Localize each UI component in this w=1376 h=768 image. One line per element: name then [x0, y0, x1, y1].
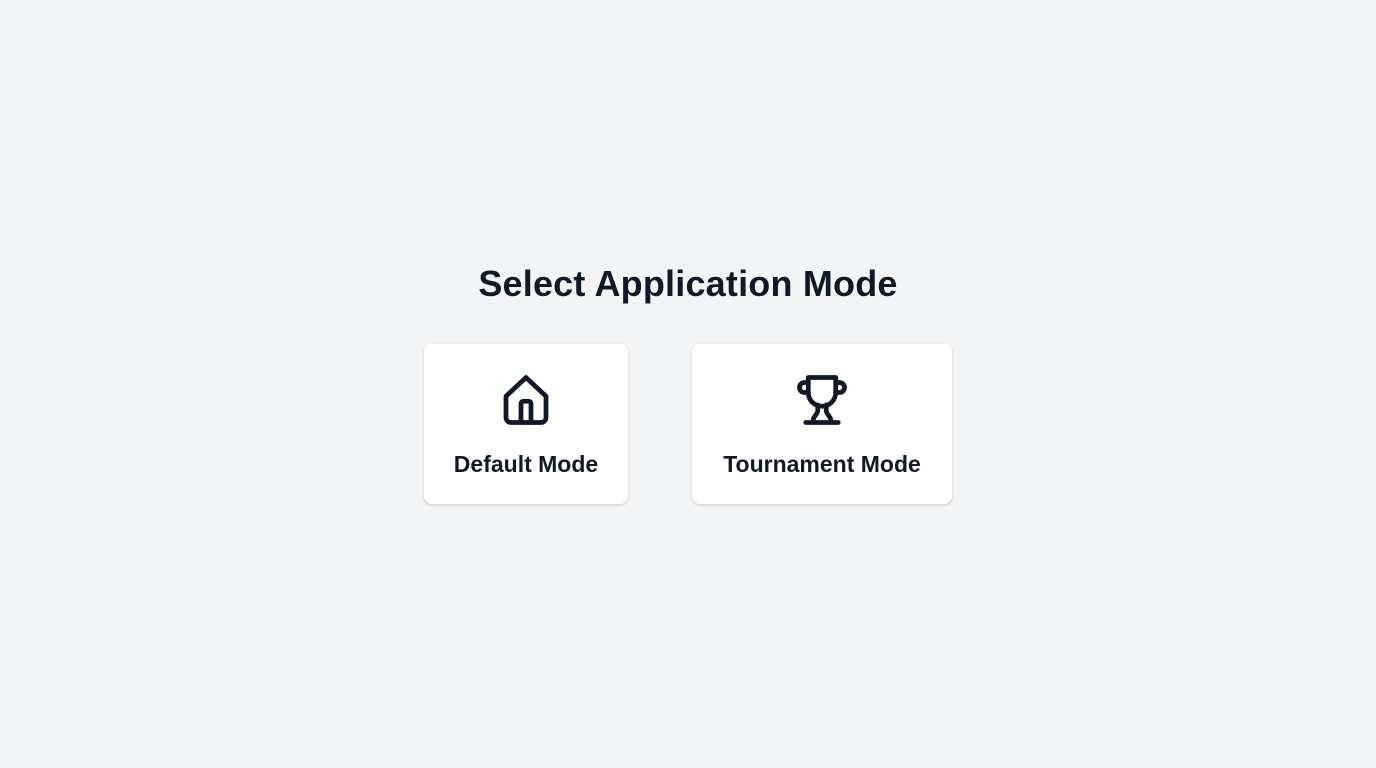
default-mode-label: Default Mode	[453, 451, 599, 477]
tournament-mode-button[interactable]: Tournament Mode	[692, 344, 952, 504]
page-title: Select Application Mode	[478, 263, 898, 304]
default-mode-button[interactable]: Default Mode	[424, 344, 628, 504]
tournament-mode-label: Tournament Mode	[723, 451, 921, 477]
trophy-icon	[792, 370, 852, 430]
app-screen: Select Application Mode Default Mode Tou…	[0, 0, 1376, 768]
home-icon	[496, 370, 556, 430]
